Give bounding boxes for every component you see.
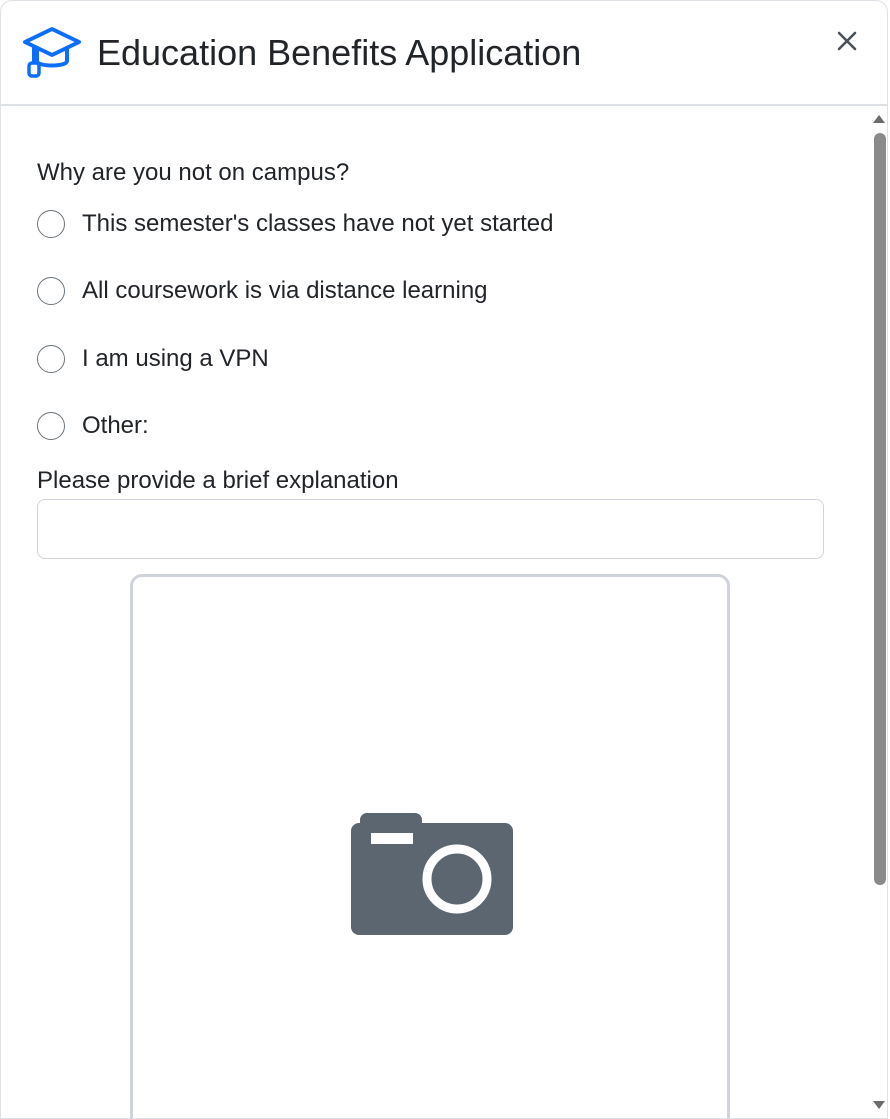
camera-icon — [351, 813, 513, 935]
radio-option-other[interactable]: Other: — [37, 409, 149, 443]
education-benefits-dialog: Education Benefits Application Why are y… — [0, 0, 888, 1119]
graduation-cap-icon — [23, 27, 81, 78]
question-label: Why are you not on campus? — [37, 159, 350, 186]
explanation-input[interactable] — [37, 499, 824, 559]
radio-option-label: All coursework is via distance learning — [82, 277, 488, 304]
radio-button[interactable] — [37, 210, 65, 238]
radio-option-classes-not-started[interactable]: This semester's classes have not yet sta… — [37, 207, 553, 241]
radio-button[interactable] — [37, 412, 65, 440]
radio-button[interactable] — [37, 345, 65, 373]
radio-option-vpn[interactable]: I am using a VPN — [37, 342, 269, 376]
scroll-down-arrow-icon[interactable] — [872, 1098, 886, 1112]
radio-button[interactable] — [37, 277, 65, 305]
radio-option-label: Other: — [82, 412, 149, 439]
radio-option-label: I am using a VPN — [82, 345, 269, 372]
scrollbar-thumb[interactable] — [874, 133, 886, 885]
dialog-header: Education Benefits Application — [1, 1, 887, 106]
radio-option-distance-learning[interactable]: All coursework is via distance learning — [37, 274, 488, 308]
dialog-body: Why are you not on campus? This semester… — [1, 106, 867, 1118]
explanation-label: Please provide a brief explanation — [37, 467, 399, 494]
scroll-up-arrow-icon[interactable] — [872, 112, 886, 126]
vertical-scrollbar[interactable] — [867, 106, 887, 1118]
photo-upload-area[interactable] — [130, 574, 730, 1118]
close-icon[interactable] — [833, 27, 861, 55]
dialog-title: Education Benefits Application — [97, 32, 582, 73]
radio-option-label: This semester's classes have not yet sta… — [82, 210, 554, 237]
